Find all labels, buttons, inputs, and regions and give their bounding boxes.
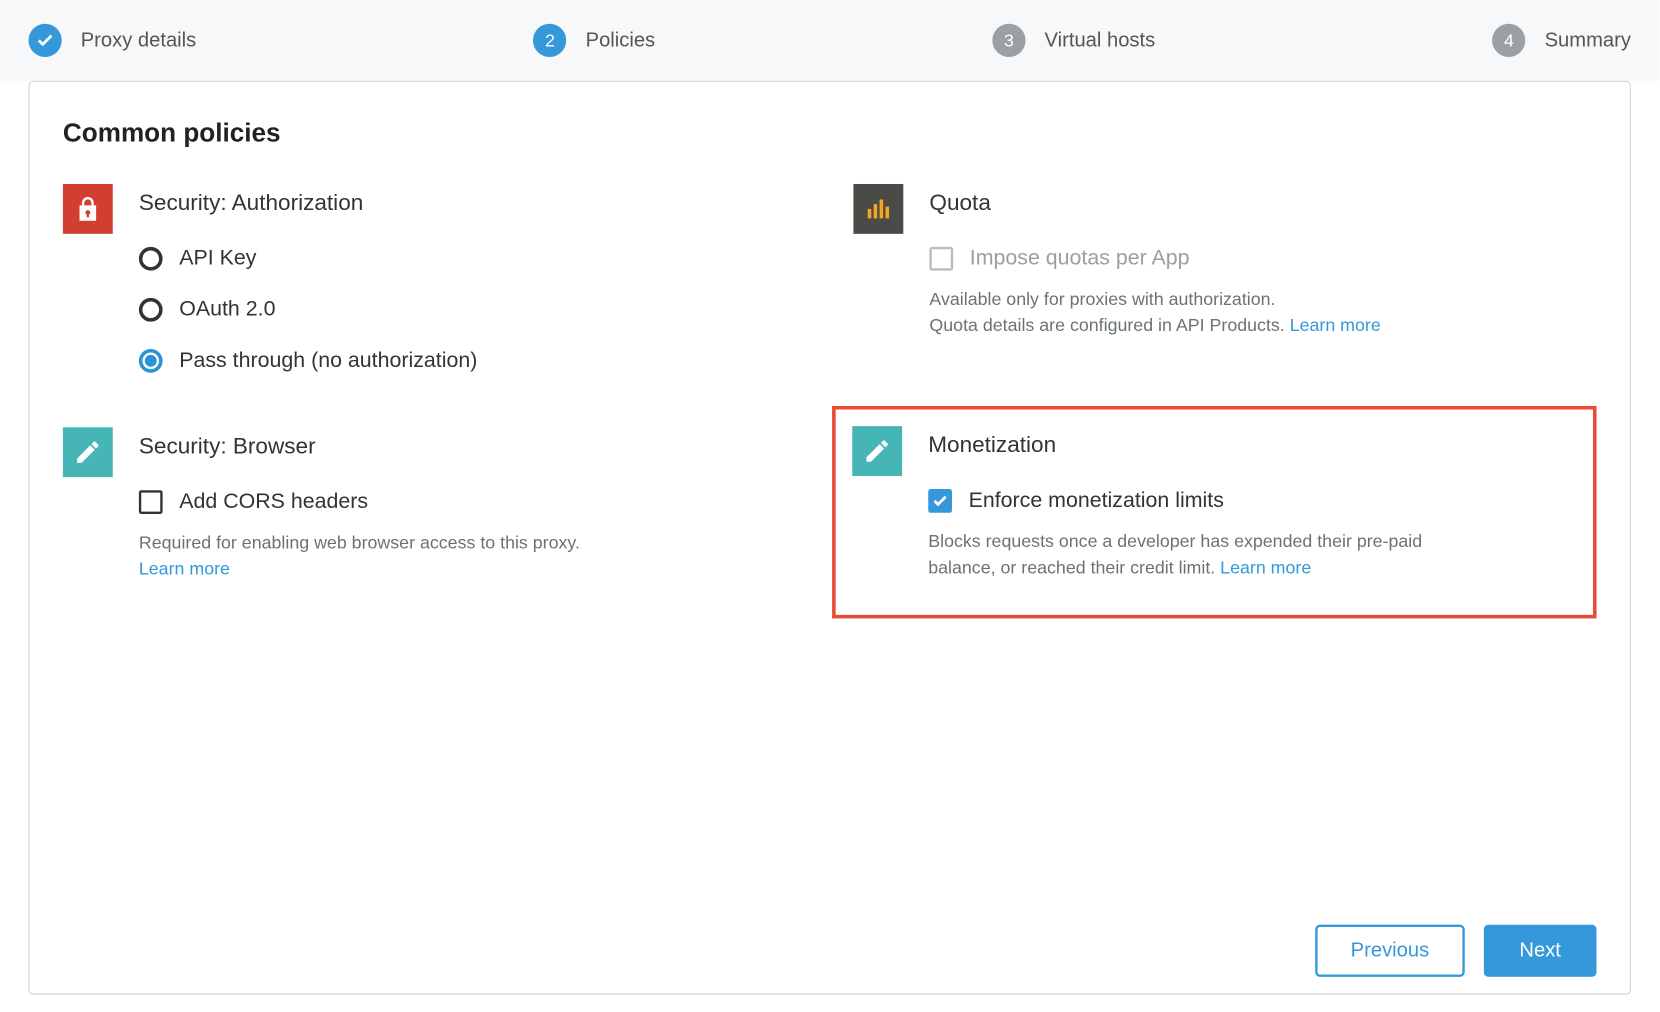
policy-title: Security: Browser (139, 434, 806, 460)
radio-api-key[interactable]: API Key (139, 246, 806, 271)
help-line: Blocks requests once a developer has exp… (928, 532, 1422, 578)
step-policies[interactable]: 2 Policies (533, 24, 655, 57)
radio-label: Pass through (no authorization) (179, 348, 477, 373)
lock-icon (63, 184, 113, 234)
step-number: 2 (533, 24, 566, 57)
step-summary[interactable]: 4 Summary (1492, 24, 1631, 57)
checkbox-icon (928, 488, 952, 512)
pencil-icon (63, 427, 113, 477)
step-label: Summary (1545, 28, 1631, 52)
checkbox-cors-headers[interactable]: Add CORS headers (139, 489, 806, 514)
policy-title: Quota (929, 191, 1596, 217)
checkbox-label: Add CORS headers (179, 489, 368, 514)
checkbox-icon (929, 246, 953, 270)
step-number: 4 (1492, 24, 1525, 57)
checkbox-icon (139, 490, 163, 514)
bar-chart-icon (853, 184, 903, 234)
panel-title: Common policies (63, 118, 1597, 149)
radio-icon (139, 246, 163, 270)
step-label: Policies (586, 28, 656, 52)
radio-icon (139, 297, 163, 321)
help-text: Blocks requests once a developer has exp… (928, 529, 1427, 581)
check-icon (28, 24, 61, 57)
step-label: Virtual hosts (1045, 28, 1156, 52)
radio-pass-through[interactable]: Pass through (no authorization) (139, 348, 806, 373)
step-proxy-details[interactable]: Proxy details (28, 24, 196, 57)
learn-more-link[interactable]: Learn more (1220, 558, 1311, 578)
wizard-footer: Previous Next (1315, 925, 1596, 977)
radio-icon (139, 348, 163, 372)
policy-security-browser: Security: Browser Add CORS headers Requi… (63, 427, 806, 618)
pencil-icon (852, 426, 902, 476)
learn-more-link[interactable]: Learn more (1290, 315, 1381, 335)
radio-label: OAuth 2.0 (179, 297, 275, 322)
policy-monetization: Monetization Enforce monetization limits… (832, 406, 1596, 618)
help-line: Quota details are configured in API Prod… (929, 315, 1289, 335)
step-number: 3 (992, 24, 1025, 57)
policy-quota: Quota Impose quotas per App Available on… (853, 184, 1596, 380)
learn-more-link[interactable]: Learn more (139, 559, 230, 579)
policy-title: Security: Authorization (139, 191, 806, 217)
previous-button[interactable]: Previous (1315, 925, 1465, 977)
wizard-stepper: Proxy details 2 Policies 3 Virtual hosts… (0, 0, 1659, 81)
checkbox-label: Impose quotas per App (970, 246, 1190, 271)
step-label: Proxy details (81, 28, 197, 52)
policy-security-authorization: Security: Authorization API Key OAuth 2.… (63, 184, 806, 380)
help-text: Available only for proxies with authoriz… (929, 287, 1428, 339)
policy-title: Monetization (928, 433, 1571, 459)
next-button[interactable]: Next (1484, 925, 1597, 977)
radio-label: API Key (179, 246, 256, 271)
radio-oauth[interactable]: OAuth 2.0 (139, 297, 806, 322)
step-virtual-hosts[interactable]: 3 Virtual hosts (992, 24, 1155, 57)
checkbox-enforce-monetization[interactable]: Enforce monetization limits (928, 488, 1571, 513)
help-text: Required for enabling web browser access… (139, 531, 638, 583)
help-line: Available only for proxies with authoriz… (929, 290, 1275, 310)
help-line: Required for enabling web browser access… (139, 533, 580, 553)
checkbox-label: Enforce monetization limits (969, 488, 1224, 513)
checkbox-impose-quotas: Impose quotas per App (929, 246, 1596, 271)
policies-panel: Common policies Security: Authorization … (28, 81, 1630, 995)
